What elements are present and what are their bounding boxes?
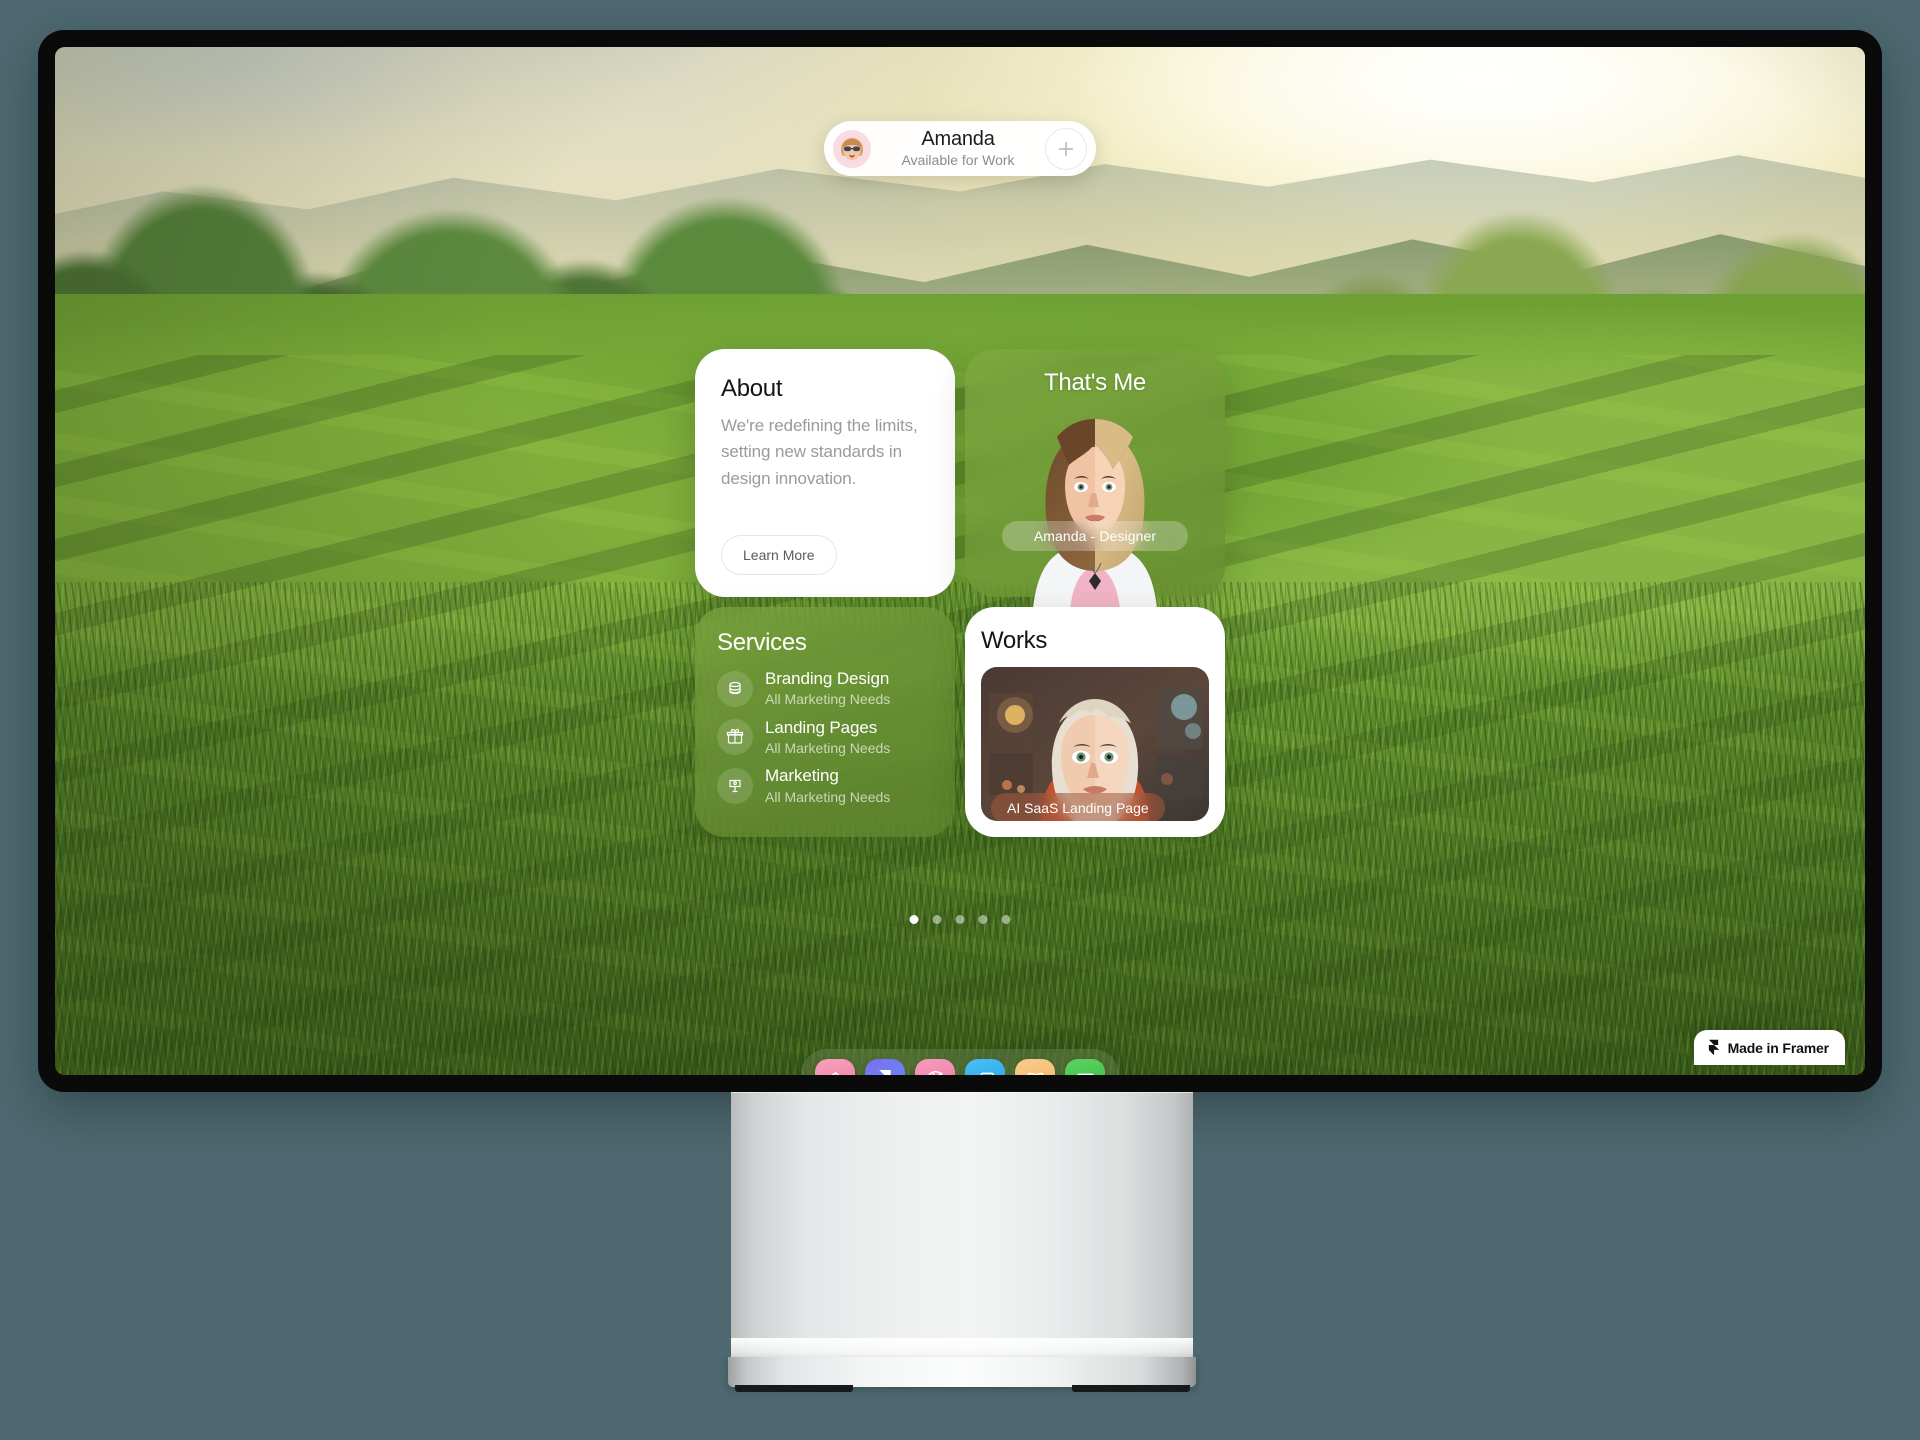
dock-item-windows[interactable] [965, 1059, 1005, 1075]
service-item-text: Landing Pages All Marketing Needs [765, 718, 890, 758]
service-item-branding-design[interactable]: Branding Design All Marketing Needs [717, 669, 933, 709]
dock [801, 1049, 1119, 1075]
plus-icon [1058, 141, 1074, 156]
services-title: Services [717, 629, 807, 656]
works-title: Works [981, 627, 1048, 654]
work-caption: AI SaaS Landing Page [991, 793, 1165, 821]
services-card[interactable]: Services Branding Design All Marketing N… [695, 607, 955, 837]
profile-status: Available for Work [901, 151, 1015, 168]
pager-dot-4[interactable] [978, 915, 988, 924]
mail-icon [1076, 1073, 1094, 1075]
portrait-photo [1032, 419, 1158, 621]
monitor-body: Amanda Available for Work About We're re… [38, 30, 1882, 1092]
home-icon [830, 1071, 840, 1075]
dock-item-book[interactable] [1015, 1059, 1055, 1075]
dock-item-mail[interactable] [1065, 1059, 1105, 1075]
profile-name: Amanda [921, 128, 995, 151]
carousel-pagination[interactable] [909, 915, 1011, 924]
service-item-landing-pages[interactable]: Landing Pages All Marketing Needs [717, 718, 933, 758]
about-title: About [721, 375, 783, 402]
profile-header-pill[interactable]: Amanda Available for Work [824, 121, 1096, 176]
framer-icon [879, 1069, 891, 1075]
monitor-stand-foot-left [735, 1385, 853, 1392]
pager-dot-1[interactable] [909, 915, 919, 924]
dribbble-icon [927, 1070, 943, 1075]
work-thumbnail[interactable]: AI SaaS Landing Page [981, 667, 1209, 821]
service-item-marketing[interactable]: Marketing All Marketing Needs [717, 766, 933, 806]
pager-dot-3[interactable] [955, 915, 965, 924]
dock-item-dribbble[interactable] [915, 1059, 955, 1075]
about-body: We're redefining the limits, setting new… [721, 416, 918, 488]
profile-header-text: Amanda Available for Work [885, 128, 1031, 168]
learn-more-button[interactable]: Learn More [721, 535, 837, 575]
monitor-stand-neck [731, 1092, 1193, 1364]
gift-icon [717, 719, 753, 756]
thats-me-title: That's Me [1044, 369, 1146, 396]
widget-grid: About We're redefining the limits, setti… [695, 349, 1225, 837]
pager-dot-2[interactable] [932, 915, 942, 924]
framer-icon [1708, 1039, 1719, 1056]
avatar [833, 129, 871, 168]
service-name: Marketing [765, 766, 839, 786]
book-icon [1027, 1072, 1043, 1075]
stage: Amanda Available for Work About We're re… [0, 0, 1920, 1440]
signpost-icon [717, 767, 753, 804]
made-in-framer-badge[interactable]: Made in Framer [1693, 1030, 1845, 1065]
dock-item-home[interactable] [815, 1059, 855, 1075]
monitor-stand-foot-right [1072, 1385, 1190, 1392]
service-sub: All Marketing Needs [765, 739, 891, 756]
pager-dot-5[interactable] [1001, 915, 1011, 924]
service-name: Landing Pages [765, 717, 878, 737]
monitor-stand-base [728, 1357, 1196, 1387]
add-button[interactable] [1045, 127, 1087, 170]
windows-icon [977, 1072, 994, 1075]
works-card[interactable]: Works AI SaaS Landing Page [965, 607, 1225, 837]
portrait-caption: Amanda - Designer [1002, 521, 1188, 551]
service-item-text: Branding Design All Marketing Needs [765, 669, 890, 709]
service-item-text: Marketing All Marketing Needs [765, 766, 890, 806]
paint-bucket-icon [717, 670, 753, 707]
thats-me-card[interactable]: That's Me Amanda - Designer [965, 349, 1225, 621]
services-list: Branding Design All Marketing Needs Land… [717, 669, 933, 806]
dock-item-framer[interactable] [865, 1059, 905, 1075]
service-name: Branding Design [765, 669, 890, 688]
service-sub: All Marketing Needs [765, 691, 891, 708]
about-card[interactable]: About We're redefining the limits, setti… [695, 349, 955, 597]
service-sub: All Marketing Needs [765, 788, 891, 805]
monitor-screen: Amanda Available for Work About We're re… [55, 47, 1865, 1075]
made-in-framer-label: Made in Framer [1727, 1039, 1830, 1056]
